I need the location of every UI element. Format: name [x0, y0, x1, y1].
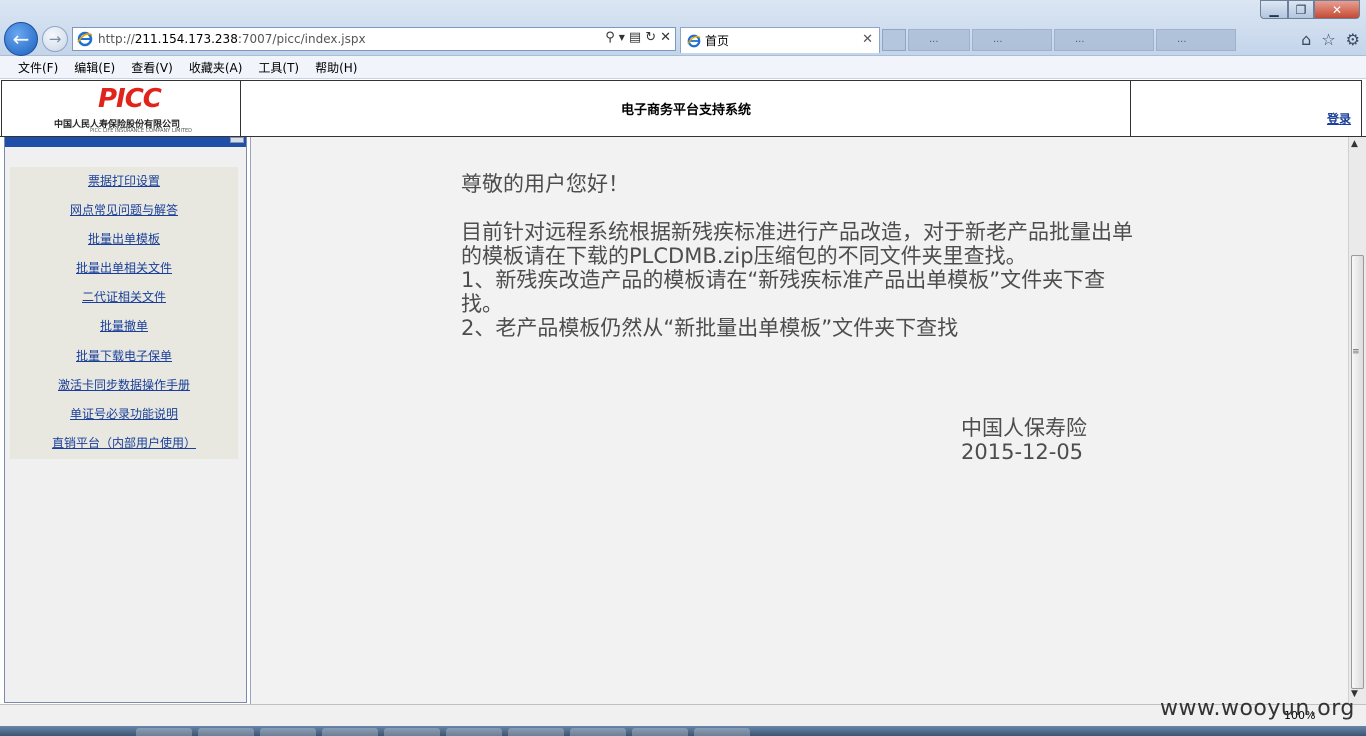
taskbar-button[interactable] — [632, 728, 688, 736]
address-url[interactable]: http://211.154.173.238:7007/picc/index.j… — [98, 32, 366, 46]
taskbar-button[interactable] — [136, 728, 192, 736]
back-button[interactable]: ← — [4, 22, 38, 56]
watermark: www.wooyun.org — [1160, 696, 1355, 721]
sidebar-collapse-button[interactable] — [230, 137, 244, 143]
login-cell: 登录 — [1130, 80, 1362, 137]
minimize-button[interactable]: ▁ — [1260, 0, 1288, 19]
background-tab[interactable]: ... — [1054, 29, 1154, 51]
sidebar-item-batch-cancel[interactable]: 批量撤单 — [10, 312, 238, 341]
search-icon[interactable]: ⚲ — [605, 30, 615, 45]
taskbar-button[interactable] — [260, 728, 316, 736]
vertical-scrollbar[interactable]: ▲ ≡ ▼ — [1348, 137, 1366, 704]
page-header: PICC 中国人民人寿保险股份有限公司 PICC LIFE INSURANCE … — [0, 80, 1366, 137]
close-icon[interactable]: ✕ — [862, 32, 873, 47]
taskbar — [0, 726, 1366, 736]
forward-button[interactable]: → — [42, 26, 68, 52]
address-bar[interactable]: http://211.154.173.238:7007/picc/index.j… — [72, 27, 676, 51]
sidebar-item-batch-files[interactable]: 批量出单相关文件 — [10, 254, 238, 283]
sidebar: 票据打印设置 网点常见问题与解答 批量出单模板 批量出单相关文件 二代证相关文件… — [4, 137, 247, 703]
tab-home[interactable]: 首页 ✕ — [680, 27, 880, 53]
logo-text: PICC — [98, 84, 162, 114]
scroll-up-icon[interactable]: ▲ — [1351, 139, 1358, 149]
menu-tools[interactable]: 工具(T) — [250, 59, 307, 76]
star-icon[interactable]: ☆ — [1321, 30, 1335, 49]
taskbar-button[interactable] — [446, 728, 502, 736]
title-cell: 电子商务平台支持系统 — [241, 80, 1131, 137]
chevron-down-icon[interactable]: ▼ — [619, 33, 625, 42]
grip-icon: ≡ — [1352, 347, 1360, 357]
notice: 尊敬的用户您好！ 目前针对远程系统根据新残疾标准进行产品改造，对于新老产品批量出… — [461, 172, 1141, 340]
notice-greeting: 尊敬的用户您好！ — [461, 172, 629, 196]
main-content: 尊敬的用户您好！ 目前针对远程系统根据新残疾标准进行产品改造，对于新老产品批量出… — [250, 137, 1350, 704]
refresh-icon[interactable]: ↻ — [645, 30, 656, 45]
menu-help[interactable]: 帮助(H) — [307, 59, 365, 76]
home-icon[interactable]: ⌂ — [1301, 30, 1311, 49]
sidebar-item-direct-sales[interactable]: 直销平台（内部用户使用） — [10, 429, 238, 458]
sidebar-menu: 票据打印设置 网点常见问题与解答 批量出单模板 批量出单相关文件 二代证相关文件… — [10, 167, 238, 459]
stop-icon[interactable]: ✕ — [660, 30, 671, 45]
page-title: 电子商务平台支持系统 — [620, 103, 751, 118]
new-tab-button[interactable] — [882, 29, 906, 51]
arrow-left-icon: ← — [12, 27, 30, 51]
notice-item-2: 2、老产品模板仍然从“新批量出单模板”文件夹下查找 — [461, 316, 959, 340]
signature-date: 2015-12-05 — [961, 440, 1084, 464]
background-tab[interactable]: ... — [972, 29, 1052, 51]
menu-file[interactable]: 文件(F) — [10, 59, 66, 76]
close-window-button[interactable]: ✕ — [1314, 0, 1360, 19]
taskbar-button[interactable] — [198, 728, 254, 736]
arrow-right-icon: → — [48, 30, 62, 48]
taskbar-button[interactable] — [694, 728, 750, 736]
maximize-button[interactable]: ❐ — [1288, 0, 1314, 19]
sidebar-item-batch-template[interactable]: 批量出单模板 — [10, 225, 238, 254]
notice-item-1: 1、新残疾改造产品的模板请在“新残疾标准产品出单模板”文件夹下查找。 — [461, 268, 1106, 316]
notice-paragraph: 目前针对远程系统根据新残疾标准进行产品改造，对于新老产品批量出单的模板请在下载的… — [461, 220, 1133, 268]
close-icon: ✕ — [1331, 2, 1343, 17]
tab-title: 首页 — [705, 34, 730, 48]
signature: 中国人保寿险 2015-12-05 — [961, 416, 1087, 464]
taskbar-button[interactable] — [322, 728, 378, 736]
taskbar-button[interactable] — [384, 728, 440, 736]
menu-view[interactable]: 查看(V) — [123, 59, 181, 76]
compat-view-icon[interactable]: ▤ — [629, 30, 641, 45]
menu-favorites[interactable]: 收藏夹(A) — [181, 59, 251, 76]
scrollbar-thumb[interactable] — [1351, 255, 1364, 689]
background-tab[interactable]: ... — [908, 29, 970, 51]
sidebar-header-bar — [5, 137, 246, 147]
sidebar-item-document-number-help[interactable]: 单证号必录功能说明 — [10, 400, 238, 429]
restore-icon: ❐ — [1295, 2, 1307, 17]
sidebar-item-batch-download[interactable]: 批量下载电子保单 — [10, 342, 238, 371]
taskbar-button[interactable] — [508, 728, 564, 736]
gear-icon[interactable]: ⚙ — [1346, 30, 1360, 49]
login-link[interactable]: 登录 — [1327, 110, 1351, 127]
minimize-icon: ▁ — [1269, 2, 1279, 17]
ie-icon — [76, 30, 94, 48]
menu-bar: 文件(F) 编辑(E) 查看(V) 收藏夹(A) 工具(T) 帮助(H) — [0, 56, 1366, 79]
menu-edit[interactable]: 编辑(E) — [66, 59, 123, 76]
sidebar-item-receipt-print-settings[interactable]: 票据打印设置 — [10, 167, 238, 196]
sidebar-item-activation-manual[interactable]: 激活卡同步数据操作手册 — [10, 371, 238, 400]
logo: PICC 中国人民人寿保险股份有限公司 PICC LIFE INSURANCE … — [1, 80, 241, 137]
sidebar-item-faq[interactable]: 网点常见问题与解答 — [10, 196, 238, 225]
taskbar-button[interactable] — [570, 728, 626, 736]
browser-titlebar: ← → http://211.154.173.238:7007/picc/ind… — [0, 0, 1366, 56]
signature-company: 中国人保寿险 — [961, 416, 1087, 440]
ie-icon — [687, 34, 701, 48]
sidebar-item-id-card-files[interactable]: 二代证相关文件 — [10, 283, 238, 312]
logo-company-name-en: PICC LIFE INSURANCE COMPANY LIMITED — [90, 128, 193, 134]
background-tab[interactable]: ... — [1156, 29, 1236, 51]
